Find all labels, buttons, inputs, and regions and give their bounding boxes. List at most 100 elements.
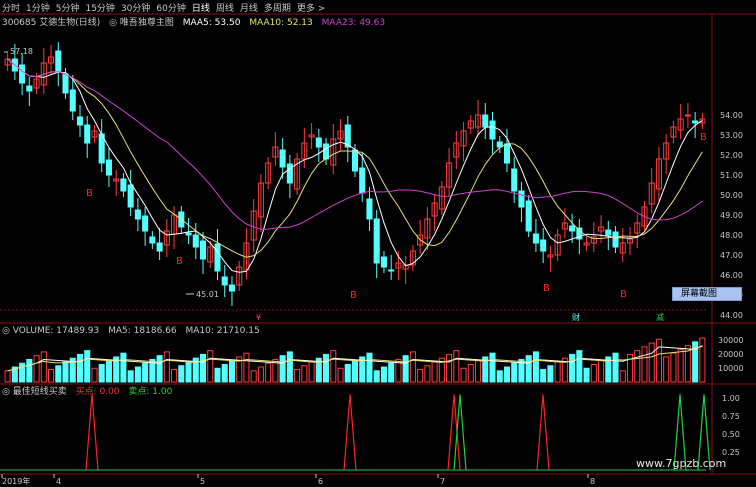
- volume-bar-down: [156, 355, 163, 383]
- candle-down: [76, 116, 84, 126]
- volume-bar-up: [648, 342, 655, 383]
- volume-axis-label: 20000: [718, 350, 743, 359]
- volume-bar-down: [489, 352, 496, 383]
- candle-down: [127, 184, 134, 208]
- volume-bar-up: [207, 350, 214, 383]
- candle-down: [540, 239, 547, 252]
- volume-bar-down: [380, 366, 387, 383]
- volume-bar-down: [76, 353, 84, 383]
- buy-mark: B: [86, 188, 93, 199]
- volume-bar-down: [221, 364, 228, 383]
- price-axis-label: 53.00: [720, 131, 743, 140]
- price-axis-label: 51.00: [720, 171, 743, 180]
- watermark: www.7gpzb.com: [636, 457, 727, 470]
- candle-down: [214, 243, 221, 272]
- volume-bar-down: [199, 353, 207, 383]
- volume-bar-down: [496, 370, 503, 383]
- buy-mark: B: [543, 283, 550, 294]
- signal-axis-label: 0.25: [722, 448, 740, 457]
- volume-bar-up: [655, 338, 662, 383]
- price-axis-label: 54.00: [720, 111, 743, 120]
- sell-signal-spike: [453, 394, 467, 471]
- volume-bar-down: [402, 355, 409, 383]
- volume-bar-up: [250, 370, 257, 383]
- buy-mark: B: [620, 289, 627, 300]
- buy-signal-spike: [536, 394, 550, 471]
- candle-down: [192, 234, 199, 248]
- volume-bar-up: [467, 364, 474, 383]
- kline-chart[interactable]: 54.0053.0052.0051.0050.0049.0048.0047.00…: [0, 0, 756, 487]
- candle-down: [62, 73, 69, 94]
- candle-down: [503, 143, 511, 164]
- date-axis-label: 2019年: [2, 476, 30, 486]
- volume-bar-down: [26, 358, 33, 383]
- volume-bar-down: [323, 353, 330, 383]
- volume-bar-up: [699, 337, 706, 383]
- volume-bar-up: [409, 351, 416, 383]
- volume-bar-down: [547, 365, 554, 383]
- event-mark: 减: [656, 312, 664, 322]
- volume-bar-down: [120, 352, 127, 383]
- volume-bar-down: [228, 360, 236, 383]
- price-axis-label: 48.00: [720, 231, 743, 240]
- volume-bar-up: [265, 362, 272, 383]
- volume-bar-up: [460, 367, 467, 383]
- candle-down: [323, 143, 330, 160]
- candle-down: [569, 225, 576, 232]
- volume-bar-up: [670, 352, 677, 383]
- candle-down: [482, 114, 489, 128]
- volume-bar-down: [612, 352, 619, 383]
- date-axis-label: 4: [56, 477, 61, 486]
- volume-bar-down: [84, 350, 91, 383]
- volume-bar-up: [417, 369, 424, 383]
- candle-down: [228, 284, 236, 292]
- date-axis-label: 5: [200, 477, 205, 486]
- candle-down: [692, 120, 699, 124]
- volume-bar-down: [105, 360, 112, 383]
- volume-bar-up: [554, 361, 561, 383]
- price-axis-label: 44.00: [720, 311, 743, 320]
- volume-bar-up: [301, 365, 308, 383]
- volume-bar-up: [337, 367, 344, 383]
- volume-bar-up: [431, 361, 438, 383]
- volume-bar-down: [388, 362, 395, 383]
- candle-down: [380, 256, 387, 268]
- signal-axis-label: 0.50: [722, 430, 740, 439]
- volume-bar-down: [98, 364, 105, 383]
- candle-down: [511, 168, 518, 192]
- date-axis-label: 6: [318, 477, 323, 486]
- candle-down: [185, 232, 192, 236]
- candle-down: [532, 233, 539, 244]
- volume-bar-up: [663, 356, 670, 383]
- price-axis-label: 47.00: [720, 251, 743, 260]
- volume-bar-up: [308, 361, 315, 383]
- event-mark: ¥: [256, 313, 261, 322]
- volume-bar-up: [330, 350, 337, 383]
- volume-bar-down: [525, 355, 532, 383]
- candle-down: [156, 242, 163, 252]
- volume-bar-up: [634, 350, 641, 383]
- candle-down: [489, 120, 496, 140]
- volume-bar-down: [583, 367, 590, 383]
- candle-down: [149, 236, 156, 244]
- low-annotation: 45.01: [196, 290, 219, 299]
- volume-bar-up: [641, 346, 648, 383]
- volume-bar-down: [503, 366, 511, 383]
- volume-axis-label: 30000: [718, 336, 743, 345]
- volume-bar-up: [257, 366, 264, 383]
- screenshot-widget: 屏幕截图 35: [672, 287, 756, 301]
- buy-mark: B: [350, 290, 357, 301]
- volume-bar-up: [424, 365, 431, 383]
- price-axis-label: 46.00: [720, 271, 743, 280]
- volume-bar-down: [55, 365, 62, 383]
- screenshot-button[interactable]: 屏幕截图: [672, 287, 742, 301]
- volume-bar-up: [163, 351, 170, 383]
- volume-bar-down: [351, 360, 359, 383]
- price-axis-label: 50.00: [720, 191, 743, 200]
- high-annotation: 57.18: [10, 47, 33, 56]
- volume-bar-up: [590, 364, 597, 383]
- volume-bar-up: [171, 369, 178, 383]
- candle-down: [69, 89, 76, 112]
- volume-bar-down: [62, 361, 69, 383]
- volume-bar-down: [134, 366, 141, 383]
